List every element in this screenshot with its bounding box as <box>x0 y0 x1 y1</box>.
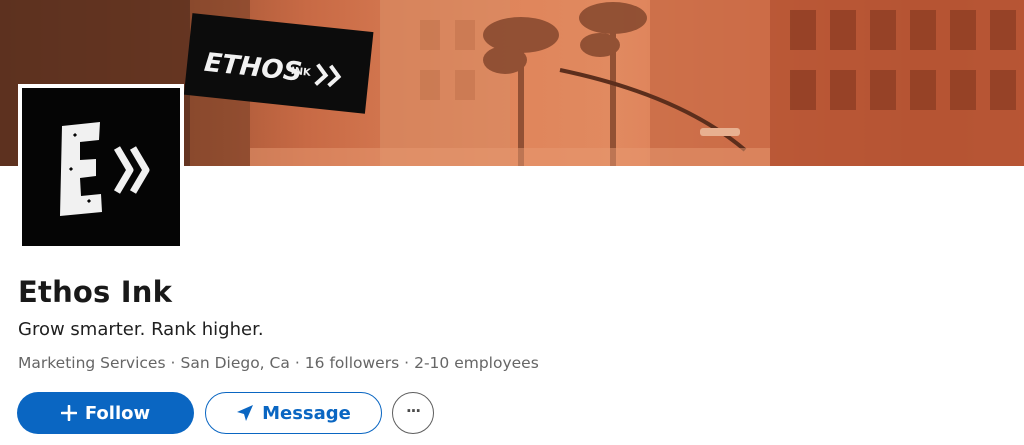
follow-button[interactable]: Follow <box>17 392 194 434</box>
employees-count[interactable]: 2-10 employees <box>414 354 539 372</box>
company-name: Ethos Ink <box>18 275 173 309</box>
meta-separator: · <box>170 354 176 372</box>
more-options-button[interactable]: ··· <box>392 392 434 434</box>
company-tagline: Grow smarter. Rank higher. <box>18 319 264 340</box>
followers-count[interactable]: 16 followers <box>305 354 399 372</box>
company-profile-card: ETHOS INK Ethos Ink Grow smarter. Rank h… <box>0 0 1024 445</box>
industry-label: Marketing Services <box>18 354 166 372</box>
message-button-label: Message <box>262 402 351 424</box>
meta-separator: · <box>404 354 410 372</box>
meta-separator: · <box>294 354 300 372</box>
company-logo[interactable] <box>18 84 184 250</box>
logo-mark <box>22 88 180 246</box>
ethos-logo-icon <box>60 122 150 216</box>
follow-button-label: Follow <box>84 402 151 424</box>
location-label: San Diego, Ca <box>180 354 290 372</box>
send-icon <box>236 404 254 422</box>
more-options-icon: ··· <box>405 402 421 420</box>
cover-sign-small-text: INK <box>290 66 312 79</box>
plus-icon <box>60 405 77 421</box>
company-meta: Marketing Services · San Diego, Ca · 16 foll… <box>18 352 539 374</box>
message-button[interactable]: Message <box>205 392 382 434</box>
